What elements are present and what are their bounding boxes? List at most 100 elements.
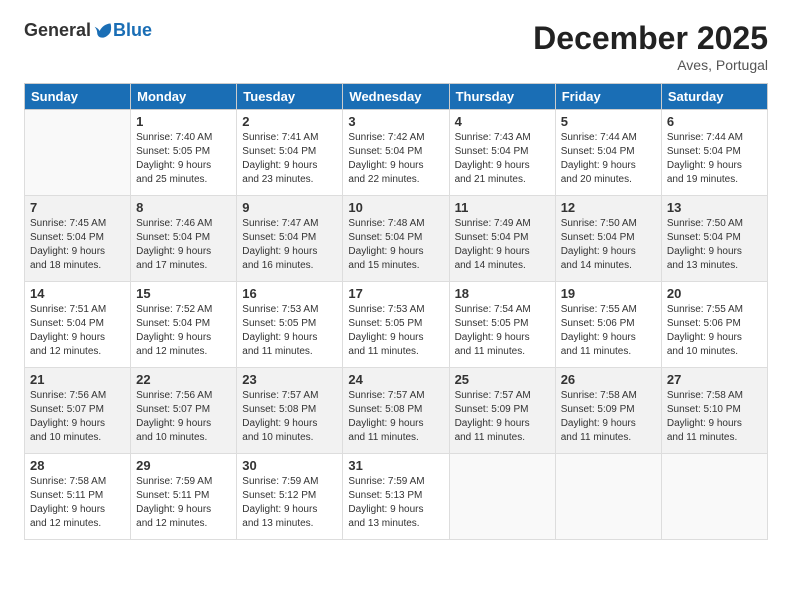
calendar-day-cell: 13Sunrise: 7:50 AM Sunset: 5:04 PM Dayli…	[661, 196, 767, 282]
calendar-day-cell: 4Sunrise: 7:43 AM Sunset: 5:04 PM Daylig…	[449, 110, 555, 196]
header-tuesday: Tuesday	[237, 84, 343, 110]
day-info: Sunrise: 7:56 AM Sunset: 5:07 PM Dayligh…	[136, 389, 231, 445]
calendar-day-cell: 8Sunrise: 7:46 AM Sunset: 5:04 PM Daylig…	[131, 196, 237, 282]
calendar-day-cell: 2 Sunrise: 7:41 AM Sunset: 5:04 PM Daylig…	[237, 110, 343, 196]
logo: General Blue	[24, 20, 152, 41]
day-info: Sunrise: 7:40 AM Sunset: 5:05 PM Dayligh…	[136, 131, 231, 187]
calendar-day-cell	[555, 454, 661, 540]
calendar-day-cell: 11Sunrise: 7:49 AM Sunset: 5:04 PM Dayli…	[449, 196, 555, 282]
day-number: 5	[561, 114, 656, 129]
calendar-day-cell: 20Sunrise: 7:55 AM Sunset: 5:06 PM Dayli…	[661, 282, 767, 368]
day-number: 12	[561, 200, 656, 215]
day-number: 9	[242, 200, 337, 215]
calendar-day-cell: 23 Sunrise: 7:57 AM Sunset: 5:08 PM Dayli…	[237, 368, 343, 454]
day-number: 7	[30, 200, 125, 215]
day-number: 23	[242, 372, 337, 387]
header-friday: Friday	[555, 84, 661, 110]
calendar-day-cell: 19 Sunrise: 7:55 AM Sunset: 5:06 PM Dayli…	[555, 282, 661, 368]
day-info: Sunrise: 7:51 AM Sunset: 5:04 PM Dayligh…	[30, 303, 125, 359]
calendar-day-cell: 26Sunrise: 7:58 AM Sunset: 5:09 PM Dayli…	[555, 368, 661, 454]
day-info: Sunrise: 7:50 AM Sunset: 5:04 PM Dayligh…	[667, 217, 762, 273]
day-info: Sunrise: 7:59 AM Sunset: 5:12 PM Dayligh…	[242, 475, 337, 531]
calendar-day-cell: 24 Sunrise: 7:57 AM Sunset: 5:08 PM Dayli…	[343, 368, 449, 454]
day-info: Sunrise: 7:59 AM Sunset: 5:13 PM Dayligh…	[348, 475, 443, 531]
calendar-day-cell: 15 Sunrise: 7:52 AM Sunset: 5:04 PM Dayli…	[131, 282, 237, 368]
calendar-day-cell	[25, 110, 131, 196]
calendar-day-cell: 6 Sunrise: 7:44 AM Sunset: 5:04 PM Daylig…	[661, 110, 767, 196]
day-info: Sunrise: 7:55 AM Sunset: 5:06 PM Dayligh…	[667, 303, 762, 359]
calendar-day-cell: 27Sunrise: 7:58 AM Sunset: 5:10 PM Dayli…	[661, 368, 767, 454]
header-monday: Monday	[131, 84, 237, 110]
calendar-day-cell: 9 Sunrise: 7:47 AM Sunset: 5:04 PM Daylig…	[237, 196, 343, 282]
calendar-day-cell: 16 Sunrise: 7:53 AM Sunset: 5:05 PM Dayli…	[237, 282, 343, 368]
calendar-day-cell: 22 Sunrise: 7:56 AM Sunset: 5:07 PM Dayli…	[131, 368, 237, 454]
header-sunday: Sunday	[25, 84, 131, 110]
day-number: 6	[667, 114, 762, 129]
calendar-day-cell	[661, 454, 767, 540]
header-thursday: Thursday	[449, 84, 555, 110]
day-info: Sunrise: 7:57 AM Sunset: 5:08 PM Dayligh…	[348, 389, 443, 445]
day-number: 4	[455, 114, 550, 129]
calendar-table: Sunday Monday Tuesday Wednesday Thursday…	[24, 83, 768, 540]
day-info: Sunrise: 7:57 AM Sunset: 5:08 PM Dayligh…	[242, 389, 337, 445]
day-info: Sunrise: 7:45 AM Sunset: 5:04 PM Dayligh…	[30, 217, 125, 273]
calendar-week-row: 1Sunrise: 7:40 AM Sunset: 5:05 PM Daylig…	[25, 110, 768, 196]
calendar-day-cell: 17Sunrise: 7:53 AM Sunset: 5:05 PM Dayli…	[343, 282, 449, 368]
header-wednesday: Wednesday	[343, 84, 449, 110]
calendar-day-cell: 18Sunrise: 7:54 AM Sunset: 5:05 PM Dayli…	[449, 282, 555, 368]
day-number: 11	[455, 200, 550, 215]
day-info: Sunrise: 7:53 AM Sunset: 5:05 PM Dayligh…	[242, 303, 337, 359]
header-saturday: Saturday	[661, 84, 767, 110]
calendar-day-cell: 3 Sunrise: 7:42 AM Sunset: 5:04 PM Daylig…	[343, 110, 449, 196]
day-number: 24	[348, 372, 443, 387]
day-number: 21	[30, 372, 125, 387]
logo-general: General	[24, 20, 91, 41]
logo-blue: Blue	[113, 20, 152, 41]
calendar-day-cell: 31 Sunrise: 7:59 AM Sunset: 5:13 PM Dayli…	[343, 454, 449, 540]
day-info: Sunrise: 7:54 AM Sunset: 5:05 PM Dayligh…	[455, 303, 550, 359]
day-info: Sunrise: 7:44 AM Sunset: 5:04 PM Dayligh…	[561, 131, 656, 187]
calendar-day-cell: 14 Sunrise: 7:51 AM Sunset: 5:04 PM Dayli…	[25, 282, 131, 368]
day-number: 16	[242, 286, 337, 301]
day-number: 14	[30, 286, 125, 301]
month-title: December 2025	[533, 20, 768, 57]
day-number: 19	[561, 286, 656, 301]
calendar-week-row: 21 Sunrise: 7:56 AM Sunset: 5:07 PM Dayli…	[25, 368, 768, 454]
day-info: Sunrise: 7:50 AM Sunset: 5:04 PM Dayligh…	[561, 217, 656, 273]
calendar-day-cell: 29Sunrise: 7:59 AM Sunset: 5:11 PM Dayli…	[131, 454, 237, 540]
day-info: Sunrise: 7:55 AM Sunset: 5:06 PM Dayligh…	[561, 303, 656, 359]
day-info: Sunrise: 7:58 AM Sunset: 5:11 PM Dayligh…	[30, 475, 125, 531]
calendar-day-cell: 12 Sunrise: 7:50 AM Sunset: 5:04 PM Dayli…	[555, 196, 661, 282]
day-number: 28	[30, 458, 125, 473]
calendar-week-row: 14 Sunrise: 7:51 AM Sunset: 5:04 PM Dayli…	[25, 282, 768, 368]
day-number: 29	[136, 458, 231, 473]
calendar-day-cell: 28 Sunrise: 7:58 AM Sunset: 5:11 PM Dayli…	[25, 454, 131, 540]
day-info: Sunrise: 7:47 AM Sunset: 5:04 PM Dayligh…	[242, 217, 337, 273]
day-info: Sunrise: 7:42 AM Sunset: 5:04 PM Dayligh…	[348, 131, 443, 187]
calendar-day-cell: 21Sunrise: 7:56 AM Sunset: 5:07 PM Dayli…	[25, 368, 131, 454]
calendar-week-row: 28 Sunrise: 7:58 AM Sunset: 5:11 PM Dayli…	[25, 454, 768, 540]
calendar-week-row: 7 Sunrise: 7:45 AM Sunset: 5:04 PM Daylig…	[25, 196, 768, 282]
day-number: 17	[348, 286, 443, 301]
day-number: 2	[242, 114, 337, 129]
day-info: Sunrise: 7:58 AM Sunset: 5:10 PM Dayligh…	[667, 389, 762, 445]
day-number: 25	[455, 372, 550, 387]
day-info: Sunrise: 7:57 AM Sunset: 5:09 PM Dayligh…	[455, 389, 550, 445]
calendar-day-cell	[449, 454, 555, 540]
calendar-day-cell: 5 Sunrise: 7:44 AM Sunset: 5:04 PM Daylig…	[555, 110, 661, 196]
calendar-day-cell: 1Sunrise: 7:40 AM Sunset: 5:05 PM Daylig…	[131, 110, 237, 196]
day-info: Sunrise: 7:48 AM Sunset: 5:04 PM Dayligh…	[348, 217, 443, 273]
day-number: 31	[348, 458, 443, 473]
day-info: Sunrise: 7:52 AM Sunset: 5:04 PM Dayligh…	[136, 303, 231, 359]
day-info: Sunrise: 7:46 AM Sunset: 5:04 PM Dayligh…	[136, 217, 231, 273]
day-number: 22	[136, 372, 231, 387]
day-number: 26	[561, 372, 656, 387]
day-info: Sunrise: 7:41 AM Sunset: 5:04 PM Dayligh…	[242, 131, 337, 187]
header: General Blue December 2025 Aves, Portuga…	[24, 20, 768, 73]
day-number: 15	[136, 286, 231, 301]
day-info: Sunrise: 7:44 AM Sunset: 5:04 PM Dayligh…	[667, 131, 762, 187]
logo-bird-icon	[93, 21, 113, 41]
title-block: December 2025 Aves, Portugal	[533, 20, 768, 73]
day-number: 3	[348, 114, 443, 129]
page: General Blue December 2025 Aves, Portuga…	[0, 0, 792, 612]
